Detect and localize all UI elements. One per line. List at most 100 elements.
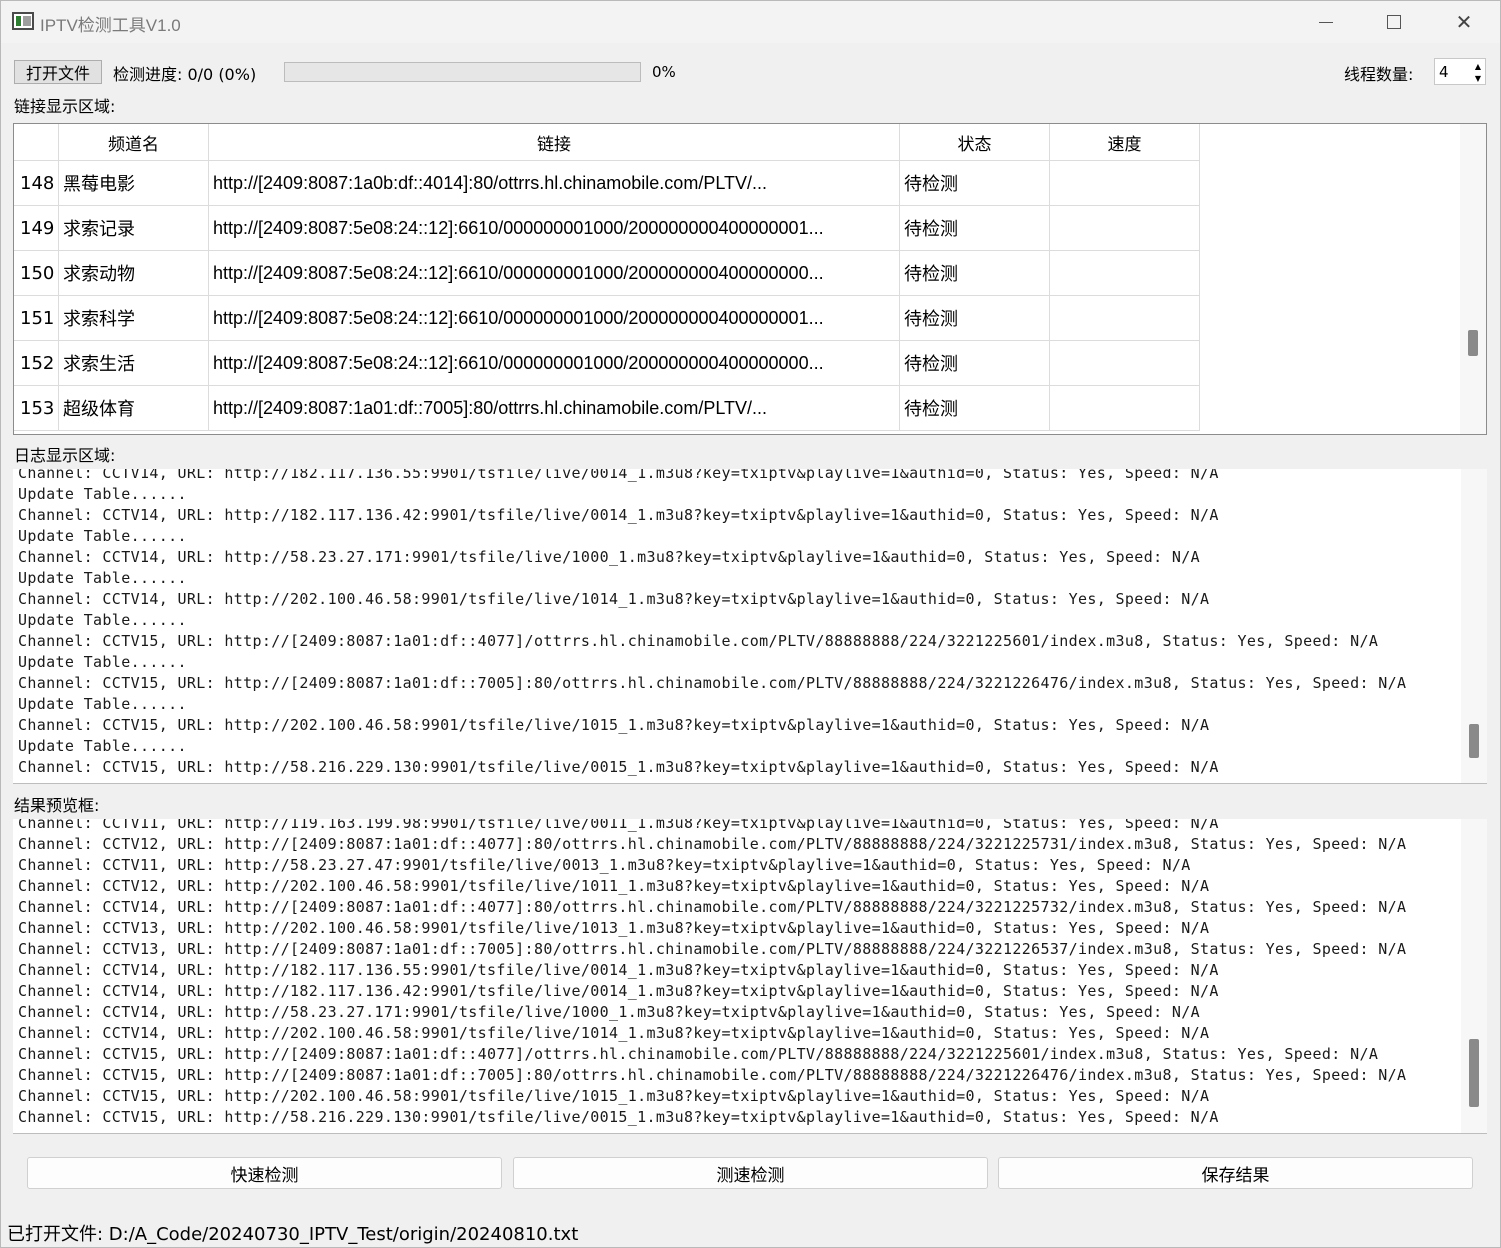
log-line: Channel: CCTV11, URL: http://58.23.27.47…	[18, 856, 1191, 874]
cell-speed[interactable]	[1050, 206, 1200, 251]
progress-bar	[284, 62, 641, 82]
result-section-label: 结果预览框:	[14, 796, 100, 815]
row-number: 148	[14, 161, 59, 206]
table-row[interactable]: 148 黑莓电影 http://[2409:8087:1a0b:df::4014…	[14, 161, 1200, 206]
cell-link[interactable]: http://[2409:8087:1a0b:df::4014]:80/ottr…	[209, 161, 900, 206]
cell-status[interactable]: 待检测	[900, 206, 1050, 251]
cell-speed[interactable]	[1050, 386, 1200, 431]
log-text-area[interactable]: Channel: CCTV14, URL: http://182.117.136…	[13, 469, 1487, 784]
cell-channel[interactable]: 求索动物	[59, 251, 209, 296]
save-results-button[interactable]: 保存结果	[998, 1157, 1473, 1189]
table-header: 频道名 链接 状态 速度	[14, 124, 1200, 161]
column-header-speed[interactable]: 速度	[1050, 124, 1200, 161]
cell-speed[interactable]	[1050, 161, 1200, 206]
column-header-channel[interactable]: 频道名	[59, 124, 209, 161]
links-section-label: 链接显示区域:	[14, 97, 116, 116]
log-line: Channel: CCTV15, URL: http://202.100.46.…	[18, 1087, 1210, 1105]
result-text-area[interactable]: Channel: CCTV11, URL: http://119.163.199…	[13, 819, 1487, 1134]
log-line: Channel: CCTV14, URL: http://182.117.136…	[18, 961, 1219, 979]
cell-link[interactable]: http://[2409:8087:5e08:24::12]:6610/0000…	[209, 206, 900, 251]
row-number: 149	[14, 206, 59, 251]
status-bar-text: 已打开文件: D:/A_Code/20240730_IPTV_Test/orig…	[7, 1224, 579, 1245]
log-line: Channel: CCTV14, URL: http://202.100.46.…	[18, 590, 1210, 608]
column-header-status[interactable]: 状态	[900, 124, 1050, 161]
column-header-link[interactable]: 链接	[209, 124, 900, 161]
links-table[interactable]: 频道名 链接 状态 速度 148 黑莓电影 http://[2409:8087:…	[13, 123, 1487, 435]
spin-down-icon[interactable]: ▼	[1471, 72, 1485, 84]
result-scrollbar-thumb[interactable]	[1469, 1039, 1479, 1107]
log-scrollbar[interactable]	[1461, 469, 1487, 783]
table-scrollbar[interactable]	[1460, 124, 1486, 434]
log-line: Channel: CCTV14, URL: http://182.117.136…	[18, 982, 1219, 1000]
result-scrollbar[interactable]	[1461, 819, 1487, 1133]
log-line: Update Table......	[18, 653, 187, 671]
row-number: 152	[14, 341, 59, 386]
log-line: Channel: CCTV12, URL: http://202.100.46.…	[18, 877, 1210, 895]
cell-status[interactable]: 待检测	[900, 386, 1050, 431]
cell-speed[interactable]	[1050, 341, 1200, 386]
cell-link[interactable]: http://[2409:8087:5e08:24::12]:6610/0000…	[209, 341, 900, 386]
quick-check-button[interactable]: 快速检测	[27, 1157, 502, 1189]
cell-speed[interactable]	[1050, 296, 1200, 341]
cell-channel[interactable]: 求索科学	[59, 296, 209, 341]
title-bar: IPTV检测工具V1.0 ✕	[1, 1, 1500, 43]
thread-count-spinbox[interactable]: 4 ▲ ▼	[1434, 58, 1486, 85]
log-line: Channel: CCTV14, URL: http://202.100.46.…	[18, 1024, 1210, 1042]
cell-status[interactable]: 待检测	[900, 251, 1050, 296]
cell-status[interactable]: 待检测	[900, 341, 1050, 386]
table-row[interactable]: 152 求索生活 http://[2409:8087:5e08:24::12]:…	[14, 341, 1200, 386]
app-icon	[12, 12, 34, 30]
log-line: Channel: CCTV15, URL: http://[2409:8087:…	[18, 632, 1379, 650]
cell-status[interactable]: 待检测	[900, 161, 1050, 206]
close-button[interactable]: ✕	[1429, 1, 1499, 43]
log-line: Update Table......	[18, 695, 187, 713]
table-row[interactable]: 151 求索科学 http://[2409:8087:5e08:24::12]:…	[14, 296, 1200, 341]
cell-channel[interactable]: 超级体育	[59, 386, 209, 431]
log-line: Channel: CCTV15, URL: http://[2409:8087:…	[18, 1045, 1379, 1063]
row-number: 153	[14, 386, 59, 431]
main-window: IPTV检测工具V1.0 ✕ 打开文件 检测进度: 0/0 (0%) 0% 线程…	[0, 0, 1501, 1248]
log-line: Channel: CCTV13, URL: http://[2409:8087:…	[18, 940, 1407, 958]
minimize-button[interactable]	[1291, 1, 1361, 43]
cell-link[interactable]: http://[2409:8087:1a01:df::7005]:80/ottr…	[209, 386, 900, 431]
maximize-button[interactable]	[1359, 1, 1429, 43]
row-number: 150	[14, 251, 59, 296]
row-number-header	[14, 124, 59, 161]
progress-label: 检测进度: 0/0 (0%)	[113, 65, 257, 84]
log-line: Channel: CCTV14, URL: http://58.23.27.17…	[18, 548, 1200, 566]
cell-channel[interactable]: 黑莓电影	[59, 161, 209, 206]
log-line: Channel: CCTV14, URL: http://182.117.136…	[18, 506, 1219, 524]
log-scrollbar-thumb[interactable]	[1469, 724, 1479, 758]
log-line: Update Table......	[18, 527, 187, 545]
log-line: Channel: CCTV15, URL: http://202.100.46.…	[18, 716, 1210, 734]
table-row[interactable]: 149 求索记录 http://[2409:8087:5e08:24::12]:…	[14, 206, 1200, 251]
spin-up-icon[interactable]: ▲	[1471, 60, 1485, 72]
log-line: Channel: CCTV11, URL: http://119.163.199…	[18, 819, 1219, 832]
speed-check-button[interactable]: 测速检测	[513, 1157, 988, 1189]
log-line: Channel: CCTV12, URL: http://[2409:8087:…	[18, 835, 1407, 853]
cell-channel[interactable]: 求索生活	[59, 341, 209, 386]
log-line: Channel: CCTV15, URL: http://[2409:8087:…	[18, 1066, 1407, 1084]
log-line: Channel: CCTV15, URL: http://[2409:8087:…	[18, 674, 1407, 692]
table-row[interactable]: 150 求索动物 http://[2409:8087:5e08:24::12]:…	[14, 251, 1200, 296]
progress-percent: 0%	[652, 63, 676, 81]
log-line: Update Table......	[18, 485, 187, 503]
cell-speed[interactable]	[1050, 251, 1200, 296]
thread-count-value[interactable]: 4	[1439, 63, 1449, 81]
window-title: IPTV检测工具V1.0	[40, 16, 181, 35]
row-number: 151	[14, 296, 59, 341]
open-file-button[interactable]: 打开文件	[14, 60, 102, 84]
cell-link[interactable]: http://[2409:8087:5e08:24::12]:6610/0000…	[209, 251, 900, 296]
minimize-icon	[1319, 21, 1333, 23]
close-icon: ✕	[1455, 10, 1473, 34]
cell-channel[interactable]: 求索记录	[59, 206, 209, 251]
table-scrollbar-thumb[interactable]	[1468, 330, 1478, 356]
log-line: Channel: CCTV14, URL: http://182.117.136…	[18, 469, 1219, 482]
result-content: Channel: CCTV11, URL: http://119.163.199…	[18, 819, 1457, 1128]
cell-link[interactable]: http://[2409:8087:5e08:24::12]:6610/0000…	[209, 296, 900, 341]
table-row[interactable]: 153 超级体育 http://[2409:8087:1a01:df::7005…	[14, 386, 1200, 431]
log-line: Channel: CCTV15, URL: http://58.216.229.…	[18, 758, 1219, 776]
log-line: Update Table......	[18, 569, 187, 587]
log-line: Channel: CCTV13, URL: http://202.100.46.…	[18, 919, 1210, 937]
cell-status[interactable]: 待检测	[900, 296, 1050, 341]
